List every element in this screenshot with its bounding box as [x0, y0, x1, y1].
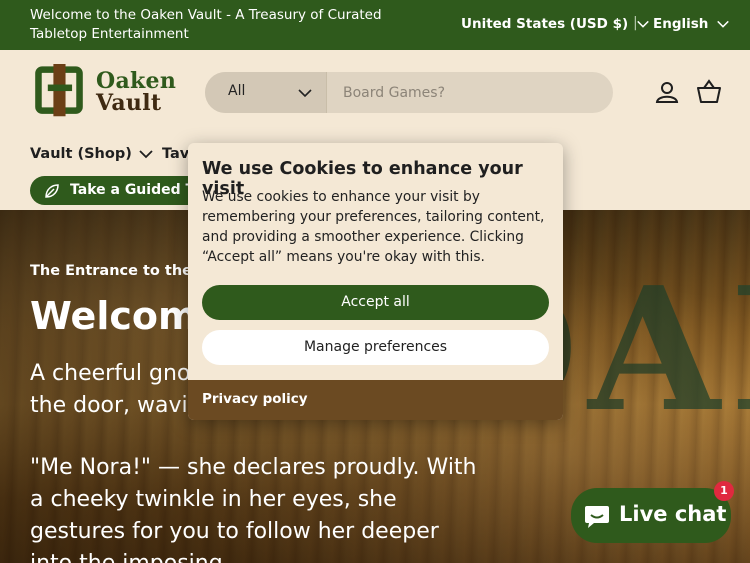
live-chat-label: Live chat [619, 502, 727, 526]
logo-wordmark: Oaken Vault [96, 70, 176, 114]
search-category-select[interactable]: All [205, 72, 327, 113]
nav-item-shop[interactable]: Vault (Shop) [30, 146, 154, 162]
chat-bubble-icon [585, 506, 609, 528]
logo-line-2: Vault [96, 90, 162, 116]
country-selector[interactable]: United States (USD $) [461, 16, 650, 32]
locale-separator: | [633, 15, 638, 31]
search-bar: All [205, 72, 613, 113]
nav-item-tavern[interactable]: Tav [162, 146, 189, 162]
nav-item-label: Vault (Shop) [30, 146, 132, 162]
country-label: United States (USD $) [461, 16, 629, 32]
cookie-footer: Privacy policy [188, 380, 563, 420]
chevron-down-icon [637, 20, 649, 28]
chat-notification-badge: 1 [714, 481, 734, 501]
chevron-down-icon [717, 20, 730, 28]
language-selector[interactable]: English [653, 16, 730, 32]
cart-icon[interactable] [696, 79, 722, 105]
search-category-label: All [228, 83, 246, 99]
hero-paragraph: "Me Nora!" — she declares proudly. With … [30, 455, 477, 563]
logo-line-1: Oaken [96, 68, 177, 94]
cookie-banner: We use Cookies to enhance your visit We … [188, 143, 563, 420]
announcement-bar: Welcome to the Oaken Vault - A Treasury … [0, 0, 750, 50]
manage-preferences-button[interactable]: Manage preferences [202, 330, 549, 365]
chevron-down-icon [298, 89, 312, 98]
privacy-policy-link[interactable]: Privacy policy [202, 391, 308, 407]
accept-all-button[interactable]: Accept all [202, 285, 549, 320]
nav-item-label: Tav [162, 146, 190, 162]
language-label: English [653, 16, 709, 32]
search-input[interactable] [331, 72, 601, 113]
cookie-text: We use cookies to enhance your visit by … [202, 189, 545, 265]
announcement-text: Welcome to the Oaken Vault - A Treasury … [30, 7, 382, 42]
leaf-icon [45, 184, 59, 198]
logo-mark-icon [35, 64, 83, 117]
live-chat-button[interactable]: Live chat [571, 488, 731, 543]
account-icon[interactable] [654, 79, 680, 105]
chevron-down-icon [139, 150, 153, 159]
